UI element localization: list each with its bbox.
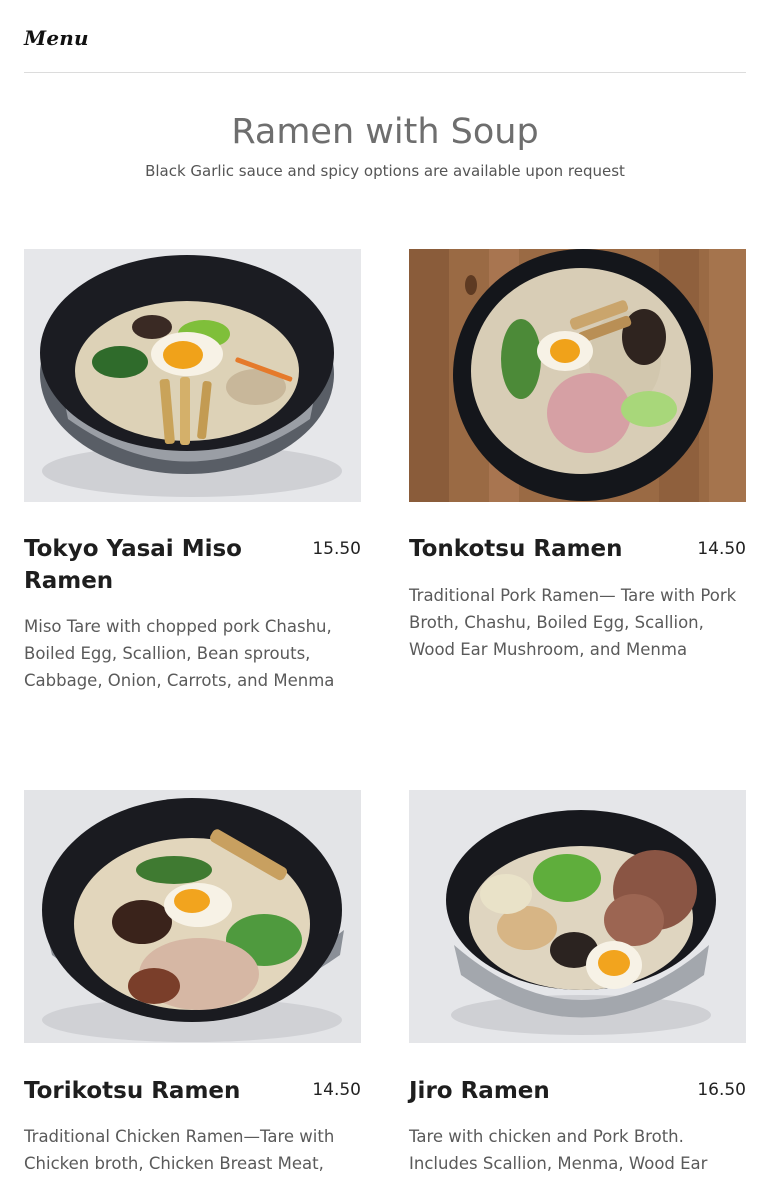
item-price: 14.50	[697, 539, 746, 559]
item-description: Miso Tare with chopped pork Chashu, Boil…	[24, 617, 335, 690]
item-name: Jiro Ramen	[409, 1078, 550, 1104]
menu-page: Menu Ramen with Soup Black Garlic sauce …	[0, 0, 770, 1183]
ramen-bowl-image	[24, 790, 361, 1043]
ramen-photo[interactable]	[409, 790, 746, 1043]
item-price: 14.50	[312, 1080, 361, 1100]
item-description: Traditional Pork Ramen— Tare with Pork B…	[409, 586, 737, 659]
top-navigation: Menu	[24, 0, 746, 73]
ramen-photo[interactable]	[24, 249, 361, 502]
item-price: 16.50	[697, 1080, 746, 1100]
section-subtitle: Black Garlic sauce and spicy options are…	[145, 162, 625, 180]
menu-link[interactable]: Menu	[24, 26, 89, 50]
ramen-photo[interactable]	[24, 790, 361, 1043]
ramen-bowl-image	[24, 249, 361, 502]
item-description: Tare with chicken and Pork Broth. Includ…	[409, 1127, 708, 1173]
item-name: Torikotsu Ramen	[24, 1078, 241, 1104]
item-name: Tokyo Yasai Miso Ramen	[24, 536, 242, 594]
ramen-photo[interactable]	[409, 249, 746, 502]
item-name: Tonkotsu Ramen	[409, 536, 623, 562]
item-description: Traditional Chicken Ramen—Tare with Chic…	[24, 1127, 335, 1173]
ramen-bowl-image	[409, 790, 746, 1043]
ramen-bowl-image	[409, 249, 746, 502]
item-price: 15.50	[312, 539, 361, 559]
section-title: Ramen with Soup	[231, 112, 539, 152]
